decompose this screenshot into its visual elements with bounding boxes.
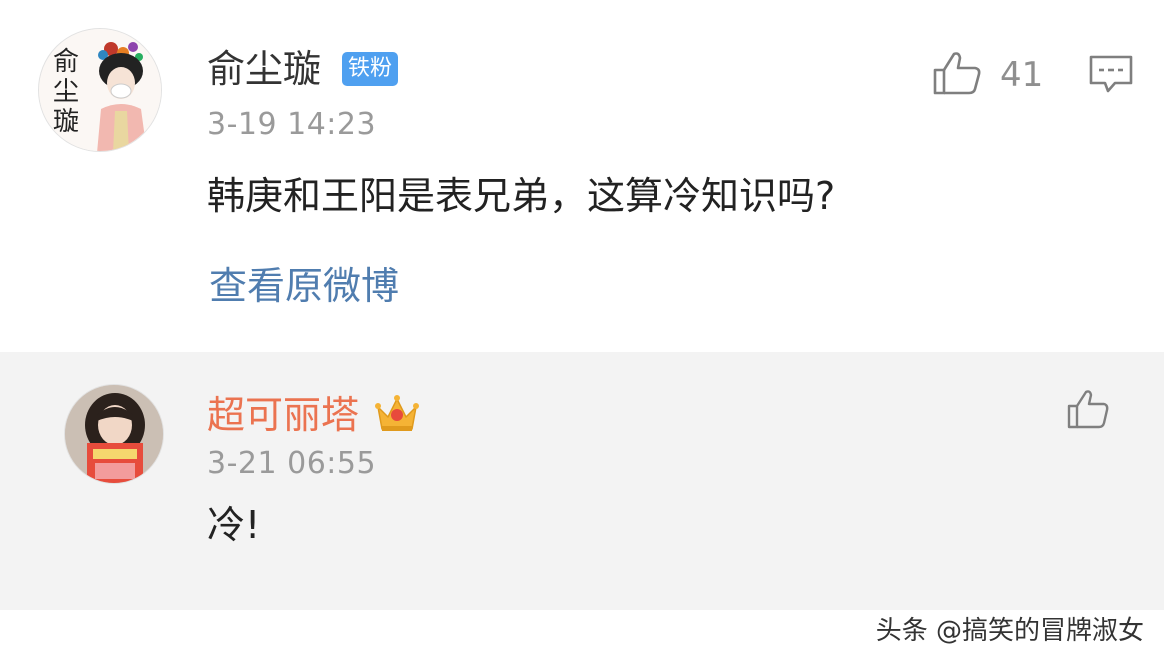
view-original-link[interactable]: 查看原微博 (209, 264, 399, 308)
fan-badge: 铁粉 (342, 52, 399, 86)
avatar-user1[interactable]: 俞尘璇 (38, 28, 162, 152)
watermark: 头条 @搞笑的冒牌淑女 (875, 616, 1144, 646)
username[interactable]: 俞尘璇 (207, 47, 321, 91)
avatar-photo (65, 385, 163, 483)
thumbs-up-icon[interactable] (932, 50, 982, 96)
crown-icon (375, 395, 419, 431)
comment-text: 韩庚和王阳是表兄弟，这算冷知识吗? (207, 174, 836, 218)
timestamp: 3-21 06:55 (207, 446, 377, 481)
comment-icon[interactable] (1088, 54, 1134, 94)
timestamp: 3-19 14:23 (207, 107, 377, 142)
avatar-user2[interactable] (64, 384, 164, 484)
main-comment: 俞尘璇 俞尘璇 铁粉 3-19 14:23 韩庚和王阳是表兄弟，这算冷知识吗? … (0, 0, 1164, 352)
username[interactable]: 超可丽塔 (207, 393, 359, 437)
avatar-calligraphy: 俞尘璇 (53, 47, 80, 137)
reply-text: 冷! (207, 503, 261, 547)
reply-comment: 超可丽塔 3-21 06:55 冷! (0, 352, 1164, 610)
like-count: 41 (1000, 55, 1044, 95)
thumbs-up-icon[interactable] (1066, 388, 1110, 430)
